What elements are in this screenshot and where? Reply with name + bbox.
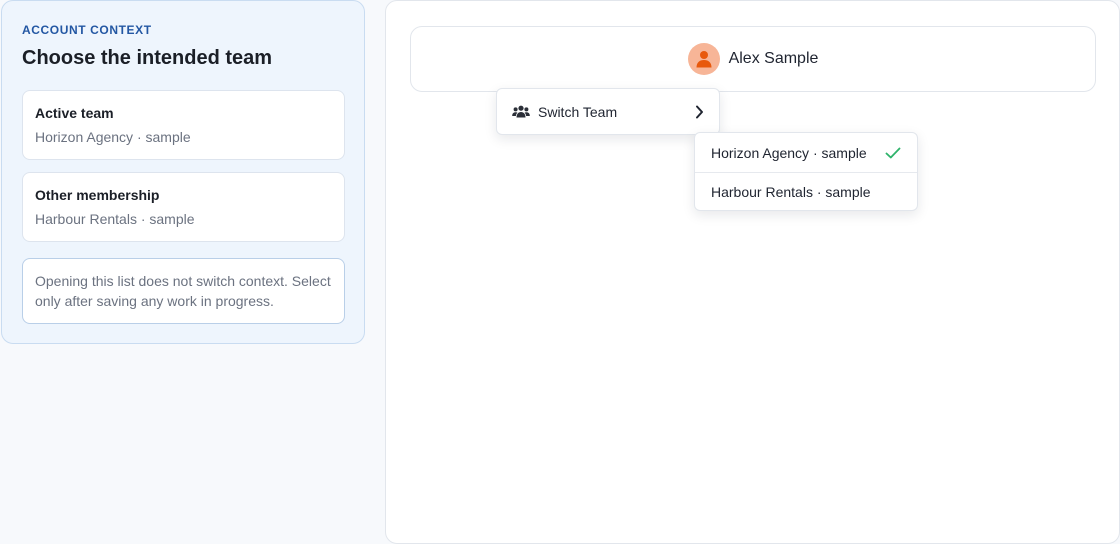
user-name: Alex Sample bbox=[728, 50, 819, 67]
switch-team-menu-item[interactable]: Switch Team bbox=[496, 88, 720, 135]
team-option-label: Harbour Rentals · sample bbox=[711, 184, 871, 200]
active-team-label: Active team bbox=[35, 105, 114, 121]
account-context-panel: ACCOUNT CONTEXT Choose the intended team… bbox=[1, 0, 365, 344]
context-note: Opening this list does not switch contex… bbox=[22, 258, 345, 324]
check-icon bbox=[885, 146, 901, 160]
other-membership-value: Harbour Rentals · sample bbox=[35, 211, 195, 227]
active-team-card: Active team Horizon Agency · sample bbox=[22, 90, 345, 160]
team-option-horizon-agency[interactable]: Horizon Agency · sample bbox=[695, 133, 917, 172]
app-root: ACCOUNT CONTEXT Choose the intended team… bbox=[0, 0, 1120, 544]
team-option-harbour-rentals[interactable]: Harbour Rentals · sample bbox=[695, 172, 917, 210]
other-membership-card: Other membership Harbour Rentals · sampl… bbox=[22, 172, 345, 242]
team-submenu: Horizon Agency · sample Harbour Rentals … bbox=[694, 132, 918, 211]
chevron-right-icon bbox=[695, 105, 705, 119]
user-menu-trigger[interactable]: Alex Sample bbox=[410, 26, 1096, 92]
user-icon bbox=[696, 51, 712, 68]
active-team-value: Horizon Agency · sample bbox=[35, 129, 191, 145]
other-membership-label: Other membership bbox=[35, 187, 160, 203]
users-icon bbox=[512, 105, 530, 119]
workspace-panel: Alex Sample Switch Team Horizon Agency ·… bbox=[385, 0, 1120, 544]
panel-eyebrow: ACCOUNT CONTEXT bbox=[22, 23, 152, 37]
panel-title: Choose the intended team bbox=[22, 47, 273, 69]
avatar bbox=[687, 43, 720, 75]
team-option-label: Horizon Agency · sample bbox=[711, 144, 867, 161]
switch-team-label: Switch Team bbox=[538, 103, 618, 120]
